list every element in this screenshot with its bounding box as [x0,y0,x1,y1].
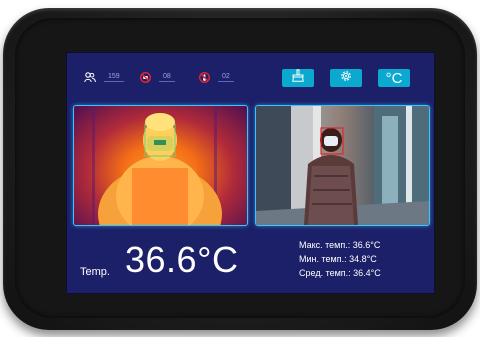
settings-button[interactable] [330,69,362,87]
display-screen: 159 08 02 °C Temp. 36.6°C Макс. темп.: 3… [66,52,435,294]
avg-temperature: Сред. темп.: 36.4°C [299,268,381,278]
temp-unit-label: °C [385,69,403,87]
clean-button[interactable] [282,69,314,87]
people-count: 159 [104,72,124,82]
broom-icon [291,69,305,87]
no-mask-counter: 08 [140,70,175,84]
thermal-camera-view [73,105,248,226]
status-bar: 159 08 02 °C [67,53,434,97]
people-counter: 159 [84,70,124,84]
max-temperature: Макс. темп.: 36.6°C [299,240,381,250]
visual-camera-view [255,105,430,226]
people-icon [84,71,96,83]
thermal-person-image [92,106,222,225]
fever-count: 02 [218,72,234,82]
visual-person-image [256,106,429,225]
current-temperature: 36.6°C [125,239,239,280]
no-mask-count: 08 [159,72,175,82]
unit-toggle-button[interactable]: °C [378,69,410,87]
temp-label: Temp. [80,266,110,278]
temperature-stats: Макс. темп.: 36.6°C Мин. темп.: 34.8°C С… [299,238,381,280]
gear-icon [339,69,353,88]
fever-counter: 02 [199,70,234,84]
fever-icon [199,71,210,83]
no-mask-icon [140,71,151,83]
min-temperature: Мин. темп.: 34.8°C [299,254,377,264]
